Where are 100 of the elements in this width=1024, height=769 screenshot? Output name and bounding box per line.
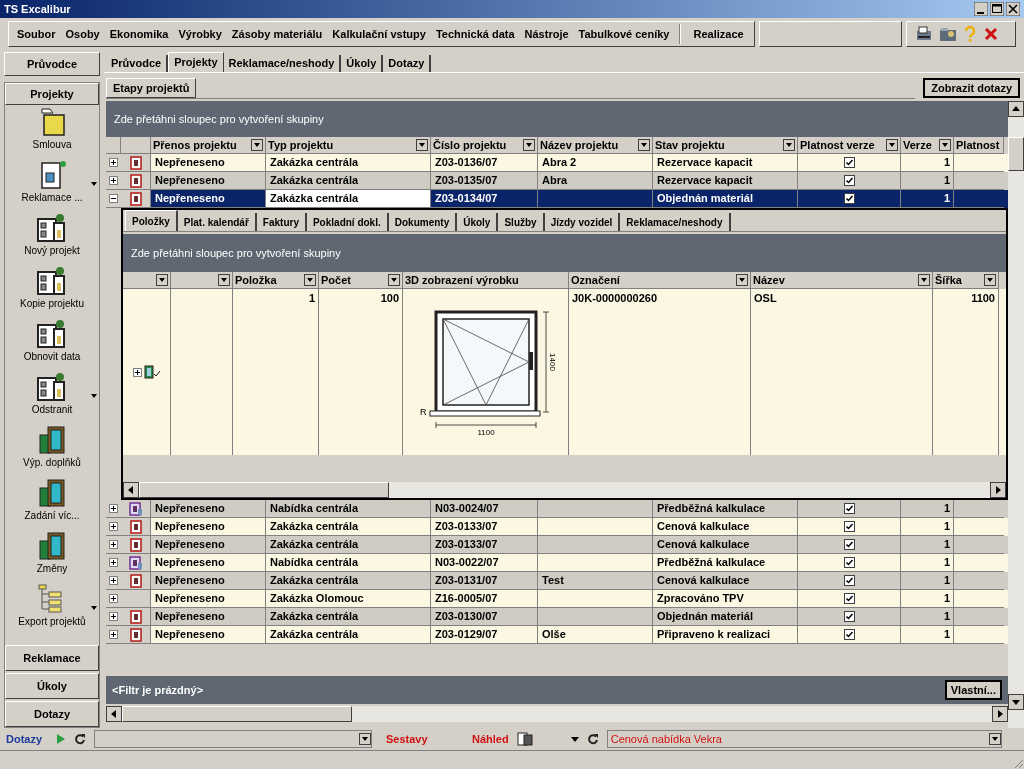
column-header-label[interactable]: Typ projektu	[268, 137, 334, 154]
preview-icon[interactable]	[516, 732, 533, 746]
scroll-thumb[interactable]	[122, 706, 352, 722]
sidebar-item-label[interactable]: Export projektů	[18, 616, 86, 628]
sidebar-section-button[interactable]: Projekty	[5, 83, 99, 105]
column-header[interactable]: Stav projektu	[653, 137, 798, 154]
table-row[interactable]: Nepřeneseno Zakázka centrála Z03-0133/07 Cenová kalkulace 1	[106, 518, 1008, 536]
column-header[interactable]	[123, 272, 171, 289]
refresh-icon[interactable]	[586, 733, 599, 745]
sidebar-item-label[interactable]: Změny	[36, 563, 68, 575]
menu-item[interactable]: Kalkulační vstupy	[328, 25, 430, 43]
expand-icon[interactable]	[109, 540, 118, 549]
expand-icon[interactable]	[109, 176, 118, 185]
sidebar-button[interactable]: Průvodce	[4, 52, 100, 76]
menu-item[interactable]: Osoby	[61, 25, 104, 43]
sidebar-item-label[interactable]: Nový projekt	[24, 245, 80, 257]
expand-icon[interactable]	[109, 612, 118, 621]
checkbox[interactable]	[843, 629, 855, 640]
scroll-right-button[interactable]	[992, 706, 1008, 722]
expand-icon[interactable]	[133, 367, 142, 377]
column-header[interactable]: Platnost verze	[798, 137, 901, 154]
checkbox[interactable]	[843, 503, 855, 514]
checkbox[interactable]	[843, 611, 855, 622]
column-header[interactable]: Položka	[233, 272, 319, 289]
checkbox[interactable]	[843, 539, 855, 550]
column-header-label[interactable]: Označení	[571, 272, 620, 289]
sidebar-button[interactable]: Úkoly	[5, 673, 99, 699]
checkbox[interactable]	[843, 193, 855, 204]
door-icon[interactable]	[36, 531, 68, 561]
close-icon[interactable]	[983, 26, 999, 42]
folder-icon[interactable]	[939, 25, 957, 43]
column-header[interactable]: Šířka	[933, 272, 999, 289]
checkbox[interactable]	[843, 175, 855, 186]
column-header[interactable]: Počet	[319, 272, 403, 289]
scroll-left-button[interactable]	[123, 482, 139, 498]
sidebar-item-label[interactable]: Smlouva	[32, 139, 72, 151]
refresh-icon[interactable]	[74, 733, 86, 745]
maximize-button[interactable]	[990, 2, 1004, 16]
column-header[interactable]: Přenos projektu	[151, 137, 266, 154]
column-header[interactable]: 3D zobrazení výrobku	[403, 272, 569, 289]
expand-icon[interactable]	[109, 594, 118, 603]
menu-item[interactable]: Soubor	[13, 25, 60, 43]
column-header[interactable]: Verze	[901, 137, 954, 154]
menu-item[interactable]: Nástroje	[520, 25, 573, 43]
menu-item[interactable]: Ekonomika	[105, 25, 173, 43]
table-row[interactable]: Nepřeneseno Nabídka centrála N03-0022/07 Předběžná kalkulace 1	[106, 554, 1008, 572]
scroll-down-button[interactable]	[1008, 694, 1024, 710]
resize-grip-icon[interactable]	[1012, 757, 1024, 769]
door-icon[interactable]	[36, 478, 68, 508]
close-button[interactable]	[1006, 2, 1020, 16]
column-header-label[interactable]: Počet	[321, 272, 351, 289]
expand-icon[interactable]	[109, 558, 118, 567]
custom-button[interactable]: Vlastní...	[944, 680, 1002, 700]
sidebar-button[interactable]: Reklamace	[5, 645, 99, 671]
door-icon[interactable]	[36, 425, 68, 455]
column-header-label[interactable]: Verze	[903, 137, 932, 154]
building-icon[interactable]	[36, 372, 68, 402]
sidebar-item-label[interactable]: Reklamace ...	[21, 192, 83, 204]
table-row[interactable]: Nepřeneseno Zakázka centrála Z03-0134/07 Objednán materiál 1	[106, 190, 1008, 208]
column-header-label[interactable]: Šířka	[935, 272, 962, 289]
expand-icon[interactable]	[109, 522, 118, 531]
column-header[interactable]: Název projektu	[538, 137, 653, 154]
table-row[interactable]: Nepřeneseno Zakázka centrála Z03-0131/07 Test Cenová kalkulace 1	[106, 572, 1008, 590]
horizontal-scrollbar[interactable]	[106, 706, 1008, 722]
menu-item[interactable]: Výrobky	[174, 25, 226, 43]
column-header[interactable]	[171, 272, 233, 289]
table-row[interactable]: Nepřeneseno Zakázka centrála Z03-0136/07 Abra 2 Rezervace kapacit 1	[106, 154, 1008, 172]
table-row[interactable]: Nepřeneseno Zakázka centrála Z03-0130/07 Objednán materiál 1	[106, 608, 1008, 626]
checkbox[interactable]	[843, 157, 855, 168]
building-icon[interactable]	[36, 266, 68, 296]
dropdown-arrow-icon[interactable]	[91, 182, 97, 186]
column-header[interactable]: Označení	[569, 272, 751, 289]
building-icon[interactable]	[36, 213, 68, 243]
building-icon[interactable]	[36, 319, 68, 349]
show-queries-button[interactable]: Zobrazit dotazy	[923, 78, 1020, 98]
column-header-label[interactable]: Platnost verze	[800, 137, 875, 154]
report-combo-box[interactable]: Cenová nabídka Vekra	[606, 730, 1002, 748]
dropdown-arrow-icon[interactable]	[91, 394, 97, 398]
scroll-thumb[interactable]	[1008, 137, 1024, 171]
menu-item[interactable]: Zásoby materiálu	[227, 25, 327, 43]
checkbox[interactable]	[843, 521, 855, 532]
scanner-icon[interactable]	[915, 25, 933, 43]
window-icon[interactable]	[144, 365, 160, 379]
sidebar-item-label[interactable]: Odstranit	[31, 404, 73, 416]
column-header-label[interactable]: Název projektu	[540, 137, 619, 154]
expand-icon[interactable]	[109, 504, 118, 513]
scroll-up-button[interactable]	[1008, 101, 1024, 117]
column-header[interactable]: Číslo projektu	[431, 137, 538, 154]
minimize-button[interactable]	[974, 2, 988, 16]
table-row[interactable]: Nepřeneseno Zakázka centrála Z03-0129/07 Olše Připraveno k realizaci 1	[106, 626, 1008, 644]
collapse-icon[interactable]	[109, 194, 118, 203]
table-row[interactable]: Nepřeneseno Nabídka centrála N03-0024/07 Předběžná kalkulace 1	[106, 500, 1008, 518]
tab[interactable]: Projekty	[168, 52, 224, 72]
scroll-left-button[interactable]	[106, 706, 122, 722]
checkbox[interactable]	[843, 557, 855, 568]
dropdown-arrow-icon[interactable]	[91, 606, 97, 610]
table-row[interactable]: Nepřeneseno Zakázka centrála Z03-0133/07 Cenová kalkulace 1	[106, 536, 1008, 554]
horizontal-scrollbar[interactable]	[123, 482, 1006, 498]
table-row[interactable]: Nepřeneseno Zakázka centrála Z03-0135/07 Abra Rezervace kapacit 1	[106, 172, 1008, 190]
checkbox[interactable]	[843, 575, 855, 586]
